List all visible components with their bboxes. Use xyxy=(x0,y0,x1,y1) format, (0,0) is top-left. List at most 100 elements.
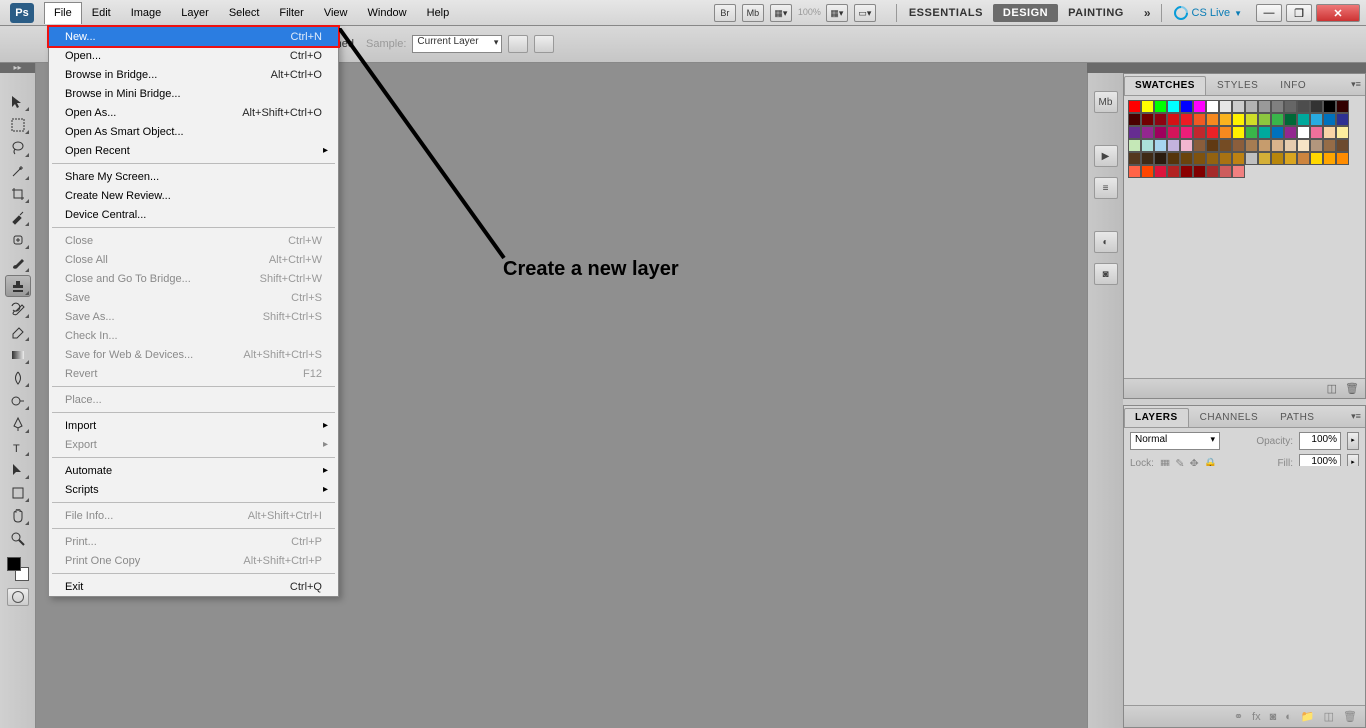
menu-image[interactable]: Image xyxy=(121,2,172,24)
swatch[interactable] xyxy=(1310,100,1323,113)
swatch[interactable] xyxy=(1258,100,1271,113)
swatch[interactable] xyxy=(1284,139,1297,152)
swatch[interactable] xyxy=(1323,152,1336,165)
file-menu-open[interactable]: Open...Ctrl+O xyxy=(49,46,338,65)
swatch[interactable] xyxy=(1154,100,1167,113)
new-swatch-icon[interactable]: ◫ xyxy=(1327,382,1337,395)
swatch[interactable] xyxy=(1232,139,1245,152)
swatch[interactable] xyxy=(1180,100,1193,113)
file-menu-open-as[interactable]: Open As...Alt+Shift+Ctrl+O xyxy=(49,103,338,122)
menu-view[interactable]: View xyxy=(314,2,358,24)
history-brush-tool[interactable] xyxy=(5,298,31,320)
swatch[interactable] xyxy=(1297,152,1310,165)
wand-tool[interactable] xyxy=(5,160,31,182)
swatch[interactable] xyxy=(1154,126,1167,139)
swatch[interactable] xyxy=(1271,139,1284,152)
swatch[interactable] xyxy=(1219,152,1232,165)
layer-opacity-arrow[interactable]: ▸ xyxy=(1347,432,1359,450)
file-menu-create-new-review[interactable]: Create New Review... xyxy=(49,186,338,205)
swatch[interactable] xyxy=(1206,139,1219,152)
screen-mode-icon[interactable]: ▭▾ xyxy=(854,4,876,22)
swatch[interactable] xyxy=(1167,113,1180,126)
layer-mask-icon[interactable]: ◙ xyxy=(1270,711,1277,723)
swatch[interactable] xyxy=(1141,152,1154,165)
layers-menu-icon[interactable]: ▾≡ xyxy=(1347,408,1365,427)
tablet-size-icon[interactable] xyxy=(534,35,554,53)
file-menu-open-as-smart-object[interactable]: Open As Smart Object... xyxy=(49,122,338,141)
swatch[interactable] xyxy=(1284,100,1297,113)
swatch[interactable] xyxy=(1245,100,1258,113)
swatch[interactable] xyxy=(1284,152,1297,165)
adjustments-panel-icon[interactable]: ◐ xyxy=(1094,231,1118,253)
masks-panel-icon[interactable]: ◙ xyxy=(1094,263,1118,285)
arrange-documents-icon[interactable]: ▦▾ xyxy=(826,4,848,22)
swatch[interactable] xyxy=(1180,126,1193,139)
swatch[interactable] xyxy=(1258,139,1271,152)
swatch[interactable] xyxy=(1167,139,1180,152)
swatch[interactable] xyxy=(1245,113,1258,126)
swatch[interactable] xyxy=(1219,113,1232,126)
link-layers-icon[interactable]: ⚭ xyxy=(1234,710,1243,723)
swatch[interactable] xyxy=(1167,165,1180,178)
stamp-tool[interactable] xyxy=(5,275,31,297)
swatch[interactable] xyxy=(1323,126,1336,139)
swatch[interactable] xyxy=(1154,152,1167,165)
workspace-design[interactable]: DESIGN xyxy=(993,4,1058,22)
swatch[interactable] xyxy=(1258,126,1271,139)
swatch[interactable] xyxy=(1154,165,1167,178)
minibridge-icon[interactable]: Mb xyxy=(742,4,764,22)
swatch[interactable] xyxy=(1180,152,1193,165)
file-menu-new[interactable]: New...Ctrl+N xyxy=(49,27,338,46)
file-menu-exit[interactable]: ExitCtrl+Q xyxy=(49,577,338,596)
maximize-button[interactable]: ❐ xyxy=(1286,4,1312,22)
eraser-tool[interactable] xyxy=(5,321,31,343)
swatch[interactable] xyxy=(1271,100,1284,113)
swatch[interactable] xyxy=(1219,100,1232,113)
swatch[interactable] xyxy=(1206,100,1219,113)
swatch[interactable] xyxy=(1245,126,1258,139)
file-menu-automate[interactable]: Automate xyxy=(49,461,338,480)
eyedropper-tool[interactable] xyxy=(5,206,31,228)
cslive-button[interactable]: CS Live▼ xyxy=(1164,6,1252,20)
swatch[interactable] xyxy=(1245,152,1258,165)
swatch[interactable] xyxy=(1232,165,1245,178)
toolbox-collapse[interactable]: ▸▸ xyxy=(0,63,35,73)
gradient-tool[interactable] xyxy=(5,344,31,366)
file-menu-open-recent[interactable]: Open Recent xyxy=(49,141,338,160)
file-menu-browse-in-bridge[interactable]: Browse in Bridge...Alt+Ctrl+O xyxy=(49,65,338,84)
swatch[interactable] xyxy=(1206,165,1219,178)
swatch[interactable] xyxy=(1141,139,1154,152)
pen-tool[interactable] xyxy=(5,413,31,435)
blend-mode-select[interactable]: Normal xyxy=(1130,432,1220,450)
swatch[interactable] xyxy=(1219,139,1232,152)
layer-opacity-input[interactable]: 100% xyxy=(1299,432,1341,450)
move-tool[interactable] xyxy=(5,91,31,113)
swatch[interactable] xyxy=(1206,113,1219,126)
swatch[interactable] xyxy=(1258,113,1271,126)
swatch[interactable] xyxy=(1336,100,1349,113)
panel-collapse-bar[interactable] xyxy=(1087,63,1366,73)
swatch[interactable] xyxy=(1271,126,1284,139)
swatch[interactable] xyxy=(1323,139,1336,152)
swatch[interactable] xyxy=(1128,152,1141,165)
swatch[interactable] xyxy=(1258,152,1271,165)
swatch[interactable] xyxy=(1141,113,1154,126)
tab-swatches[interactable]: SWATCHES xyxy=(1124,76,1206,95)
swatch[interactable] xyxy=(1245,139,1258,152)
file-menu-import[interactable]: Import xyxy=(49,416,338,435)
swatch[interactable] xyxy=(1219,126,1232,139)
swatch[interactable] xyxy=(1310,126,1323,139)
file-menu-share-my-screen[interactable]: Share My Screen... xyxy=(49,167,338,186)
blur-tool[interactable] xyxy=(5,367,31,389)
delete-layer-icon[interactable]: 🗑 xyxy=(1343,710,1357,723)
swatch[interactable] xyxy=(1193,165,1206,178)
tab-styles[interactable]: STYLES xyxy=(1206,76,1269,95)
swatch[interactable] xyxy=(1297,113,1310,126)
swatch[interactable] xyxy=(1323,100,1336,113)
swatch[interactable] xyxy=(1232,126,1245,139)
swatch[interactable] xyxy=(1128,139,1141,152)
file-menu-browse-in-mini-bridge[interactable]: Browse in Mini Bridge... xyxy=(49,84,338,103)
swatch[interactable] xyxy=(1297,139,1310,152)
color-swatches[interactable] xyxy=(5,555,31,583)
bridge-icon[interactable]: Br xyxy=(714,4,736,22)
